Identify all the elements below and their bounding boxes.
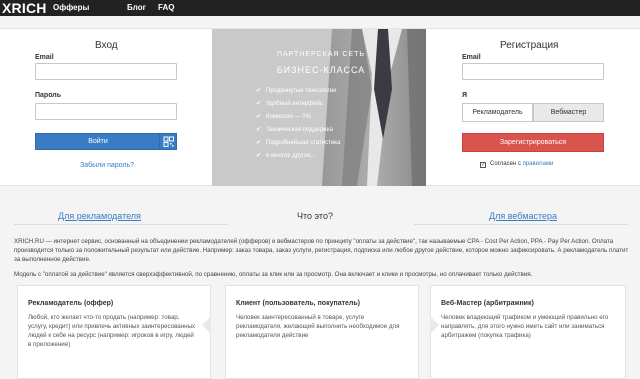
tab-advertisers[interactable]: Для рекламодателя [58,211,141,221]
promo-subheading: БИЗНЕС-КЛАССА [276,65,366,75]
card-text: Человек владеющий трафиком и умеющий пра… [441,314,609,339]
register-button[interactable]: Зарегистрироваться [462,133,604,152]
register-email-input[interactable] [462,63,604,80]
promo-feature: ✔ Техническая поддержка [256,127,333,133]
card-arrow [430,316,439,334]
site-logo[interactable]: XRICH [2,0,47,16]
card-title: Рекламодатель (оффер) [28,300,114,307]
card-advertiser: Рекламодатель (оффер) Любой, кто желает … [17,285,211,379]
agree-rules: ✓ Согласен с правилами [480,161,554,168]
agree-text: Согласен с [490,161,523,167]
login-button-label: Войти [88,138,108,145]
card-text: Человек заинтересованный в товаре, услуг… [236,314,400,339]
check-icon: ✔ [256,140,262,146]
login-title: Вход [95,40,118,51]
agree-checkbox[interactable]: ✓ [480,162,486,168]
login-password-input[interactable] [35,103,177,120]
card-webmaster: Веб-Мастер (арбитражник) Человек владеющ… [430,285,626,379]
login-button[interactable]: Войти [35,133,177,150]
divider [414,224,628,225]
login-email-label: Email [35,54,54,61]
login-password-label: Пароль [35,92,62,99]
divider [14,224,228,225]
role-webmaster-toggle[interactable]: Вебмастер [533,103,604,122]
tab-webmasters[interactable]: Для вебмастера [489,211,557,221]
check-icon: ✔ [256,127,262,133]
login-email-input[interactable] [35,63,177,80]
card-arrow [202,316,211,334]
qr-code-icon[interactable] [159,134,176,149]
forgot-password-link[interactable]: Забыли пароль? [80,162,134,169]
check-icon: ✔ [256,153,262,159]
promo-banner: ПАРТНЕРСКАЯ СЕТЬ БИЗНЕС-КЛАССА ✔ Продвину… [212,29,426,186]
nav-offers-link[interactable]: Офферы [53,0,89,16]
rules-link[interactable]: правилами [523,161,554,167]
hero-panel: Вход Email Пароль Войти Забыли пароль? П… [0,28,640,186]
promo-heading: ПАРТНЕРСКАЯ СЕТЬ [276,51,366,58]
promo-feature: ✔ Комиссия — 0% [256,114,311,120]
intro-paragraph: XRICH.RU — интернет сервис, основанный н… [14,238,629,263]
promo-feature: ✔ Подробнейшая статистика [256,140,341,146]
role-advertiser-toggle[interactable]: Рекламодатель [462,103,533,122]
register-email-label: Email [462,54,481,61]
top-navbar: XRICH Офферы Блог FAQ [0,0,640,16]
role-label: Я [462,92,468,99]
check-icon: ✔ [256,101,262,107]
promo-feature: ✔ Продвинутые технологии [256,88,337,94]
card-title: Клиент (пользователь, покупатель) [236,300,360,307]
card-title: Веб-Мастер (арбитражник) [441,300,534,307]
check-icon: ✔ [256,88,262,94]
promo-feature: ✔ Удобный интерфейс [256,101,323,107]
card-client: Клиент (пользователь, покупатель) Челове… [225,285,419,379]
register-title: Регистрация [500,40,559,51]
card-text: Любой, кто желает что-то продать (наприм… [28,314,196,348]
model-paragraph: Модель с "оплатой за действие" является … [14,271,533,278]
nav-faq-link[interactable]: FAQ [158,0,174,16]
nav-blog-link[interactable]: Блог [127,0,146,16]
promo-feature: ✔ и многое другое... [256,153,316,159]
check-icon: ✔ [256,114,262,120]
tab-what-is-it[interactable]: Что это? [297,211,333,221]
